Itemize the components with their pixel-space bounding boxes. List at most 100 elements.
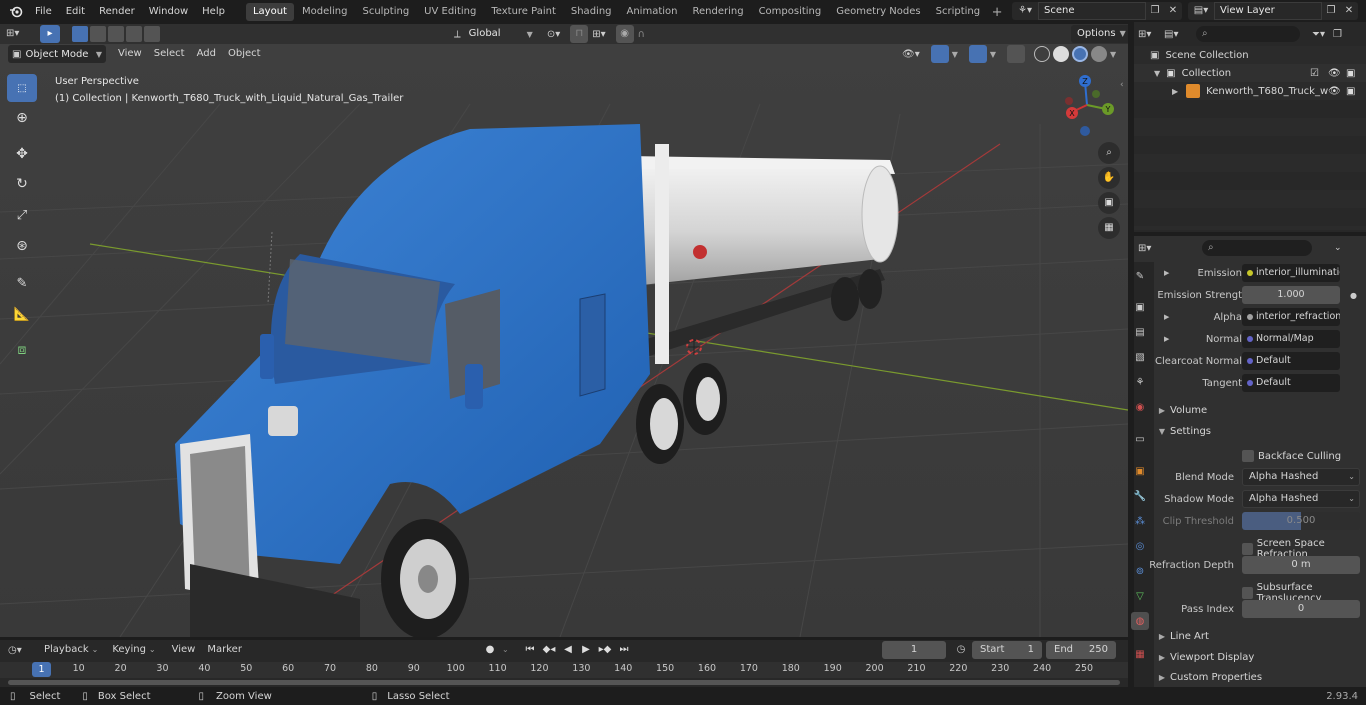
move-tool-icon[interactable]: ✥ <box>7 140 37 168</box>
exclude-checkbox-icon[interactable]: ☑ <box>1310 68 1319 79</box>
data-tab-icon[interactable]: ▽ <box>1131 587 1149 605</box>
transform-tool-icon[interactable]: ⊛ <box>7 232 37 260</box>
material-input-field[interactable]: interior_illumination... <box>1242 264 1340 282</box>
new-collection-icon[interactable]: ❐ <box>1333 29 1342 40</box>
camera-icon[interactable]: ▣ <box>1346 86 1355 97</box>
shading-rendered-icon[interactable] <box>1091 46 1108 62</box>
eye-icon[interactable]: 👁 <box>1328 68 1341 79</box>
keyframe-dot-icon[interactable]: ● <box>1350 291 1357 300</box>
line-art-section-header[interactable]: ▶ Line Art <box>1154 626 1366 646</box>
world-tab-icon[interactable]: ◉ <box>1131 398 1149 416</box>
tab-texture-paint[interactable]: Texture Paint <box>484 3 563 21</box>
pivot-point-icon[interactable]: ⊙▾ <box>547 29 560 40</box>
selection-mode-icons[interactable] <box>72 26 160 42</box>
menu-add[interactable]: Add <box>191 45 222 63</box>
properties-search-input[interactable]: ⌕ <box>1202 240 1312 256</box>
material-input-field[interactable]: Default <box>1242 352 1340 370</box>
pass-index-field[interactable]: 0 <box>1242 600 1360 618</box>
tab-animation[interactable]: Animation <box>620 3 685 21</box>
timeline-view-menu[interactable]: View <box>166 641 202 659</box>
play-icon[interactable]: ▶ <box>578 641 594 659</box>
menu-select[interactable]: Select <box>148 45 191 63</box>
menu-edit[interactable]: Edit <box>59 2 92 22</box>
material-input-field[interactable]: Normal/Map <box>1242 330 1340 348</box>
start-frame-field[interactable]: Start 1 <box>972 641 1042 659</box>
tab-layout[interactable]: Layout <box>245 3 294 21</box>
shading-material-icon[interactable] <box>1072 46 1089 62</box>
texture-tab-icon[interactable]: ▦ <box>1131 645 1149 663</box>
timeline-editor-type-icon[interactable]: ◷▾ <box>8 645 36 656</box>
eye-icon[interactable]: 👁 <box>1328 86 1341 97</box>
menu-render[interactable]: Render <box>92 2 142 22</box>
snap-icon[interactable]: ⊓ <box>570 25 589 43</box>
expand-arrow-icon[interactable]: ▶ <box>1172 87 1178 96</box>
camera-view-icon[interactable]: ▣ <box>1098 192 1120 214</box>
view-layer-icon[interactable]: ▤▾ <box>1188 2 1214 20</box>
shading-dropdown-icon[interactable]: ▼ <box>1110 50 1116 59</box>
select-extend-icon[interactable] <box>90 26 106 42</box>
material-input-field[interactable]: interior_refraction_in... <box>1242 308 1340 326</box>
playhead-marker[interactable]: 1 <box>32 662 51 677</box>
refraction-depth-field[interactable]: 0 m <box>1242 556 1360 574</box>
object-tab-icon[interactable]: ▣ <box>1131 462 1149 480</box>
tab-rendering[interactable]: Rendering <box>685 3 750 21</box>
material-tab-icon[interactable]: ◍ <box>1131 612 1149 630</box>
view-layer-copy-icon[interactable]: ❐ <box>1322 2 1340 20</box>
gizmo-toggle-icon[interactable] <box>930 45 949 63</box>
zoom-view-icon[interactable]: ⌕ <box>1098 142 1120 164</box>
current-frame-field[interactable]: 1 <box>882 641 946 659</box>
view-layer-field[interactable]: View Layer <box>1214 2 1322 20</box>
transform-orientation-dropdown[interactable]: Global <box>465 25 523 43</box>
auto-keying-dropdown-icon[interactable]: ⌄ <box>502 641 509 659</box>
tab-sculpting[interactable]: Sculpting <box>355 3 416 21</box>
menu-view[interactable]: View <box>112 45 148 63</box>
timeline-marker-menu[interactable]: Marker <box>201 641 248 659</box>
properties-options-icon[interactable]: ⌄ <box>1334 243 1342 253</box>
options-dropdown[interactable]: Options ▼ <box>1071 25 1132 43</box>
collapse-arrow-icon[interactable]: ‹ <box>1120 80 1124 90</box>
menu-window[interactable]: Window <box>142 2 195 22</box>
snap-target-icon[interactable]: ⊞▾ <box>592 29 605 40</box>
tab-scripting[interactable]: Scripting <box>929 3 987 21</box>
editor-type-icon[interactable]: ⊞▾ <box>6 25 34 43</box>
modifier-tab-icon[interactable]: 🔧 <box>1131 487 1149 505</box>
navigation-gizmo[interactable]: Z Y X <box>1056 72 1118 142</box>
filter-icon[interactable]: ⏷▾ <box>1312 29 1325 40</box>
shading-solid-icon[interactable] <box>1053 46 1070 62</box>
menu-help[interactable]: Help <box>195 2 232 22</box>
select-new-icon[interactable] <box>72 26 88 42</box>
object-mode-dropdown[interactable]: ▣ Object Mode ▼ <box>8 45 106 63</box>
scene-tab-icon[interactable]: ⚘ <box>1131 373 1149 391</box>
end-frame-field[interactable]: End 250 <box>1046 641 1116 659</box>
next-keyframe-icon[interactable]: ▸◆ <box>596 641 614 659</box>
expand-arrow-icon[interactable]: ▶ <box>1164 335 1169 343</box>
cursor-tool-icon[interactable]: ⊕ <box>7 104 37 132</box>
rotate-tool-icon[interactable]: ↻ <box>7 170 37 198</box>
tab-shading[interactable]: Shading <box>564 3 619 21</box>
menu-object[interactable]: Object <box>222 45 267 63</box>
particles-tab-icon[interactable]: ⁂ <box>1131 512 1149 530</box>
add-workspace-icon[interactable]: + <box>988 5 1006 20</box>
scene-icon[interactable]: ⚘▾ <box>1012 2 1038 20</box>
output-tab-icon[interactable]: ▤ <box>1131 323 1149 341</box>
select-intersect-icon[interactable] <box>144 26 160 42</box>
menu-file[interactable]: File <box>28 2 59 22</box>
outliner-row-scene-collection[interactable]: ▣ Scene Collection <box>1134 46 1366 64</box>
settings-section-header[interactable]: ▼ Settings <box>1154 421 1366 441</box>
tab-geometry-nodes[interactable]: Geometry Nodes <box>829 3 927 21</box>
select-box-tool-icon[interactable]: ⬚ <box>7 74 37 102</box>
outliner-row-collection[interactable]: ▼ ▣ Collection ☑ 👁 ▣ <box>1134 64 1366 82</box>
outliner-editor-type-icon[interactable]: ⊞▾ <box>1138 29 1164 40</box>
outliner-display-mode-icon[interactable]: ▤▾ <box>1164 29 1190 40</box>
proportional-edit-icon[interactable]: ◉ <box>615 25 634 43</box>
select-invert-icon[interactable] <box>126 26 142 42</box>
camera-icon[interactable]: ▣ <box>1346 68 1355 79</box>
scale-tool-icon[interactable]: ⤢ <box>7 201 37 229</box>
playback-menu[interactable]: Playback ⌄ <box>40 641 102 659</box>
clip-threshold-slider[interactable]: 0.500 <box>1242 512 1360 530</box>
auto-keying-button[interactable]: ● <box>480 641 500 659</box>
expand-arrow-icon[interactable]: ▶ <box>1164 313 1169 321</box>
select-subtract-icon[interactable] <box>108 26 124 42</box>
scene-close-icon[interactable]: ✕ <box>1164 2 1182 20</box>
outliner-row-object[interactable]: ▶ Kenworth_T680_Truck_w 👁 ▣ <box>1134 82 1366 100</box>
